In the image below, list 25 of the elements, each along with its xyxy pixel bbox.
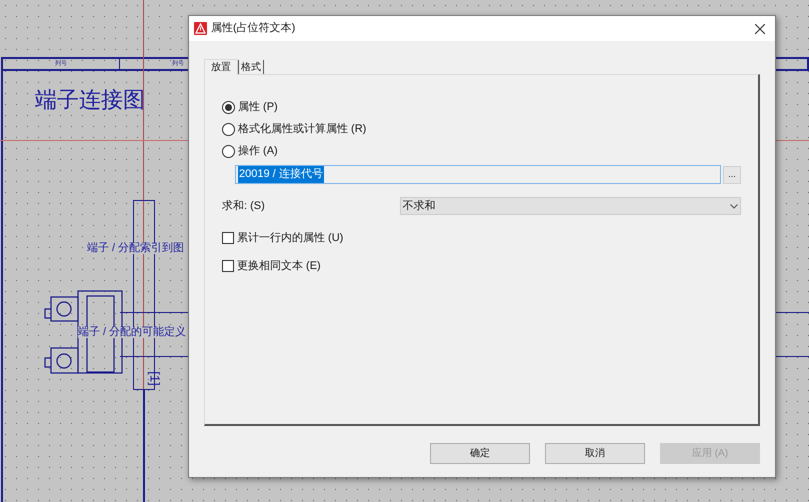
- drawing-title: 端子连接图: [35, 90, 145, 112]
- tab[interactable]: 格式: [238, 60, 264, 74]
- value-field[interactable]: 20019 / 连接代号: [235, 165, 722, 184]
- radio-button[interactable]: [222, 100, 235, 114]
- radio-label[interactable]: 格式化属性或计算属性 (R): [238, 120, 366, 138]
- drawing-label: 端子 / 分配索引到图: [87, 243, 184, 254]
- drawing-label: 端子 / 分配的可能定义: [78, 327, 186, 338]
- sum-label: 求和: (S): [222, 198, 266, 214]
- checkbox-label[interactable]: 更换相同文本 (E): [237, 258, 321, 274]
- dialog-button[interactable]: 取消: [545, 443, 645, 464]
- window-title: 属性(占位符文本): [211, 20, 296, 36]
- radio-label[interactable]: 操作 (A): [238, 142, 278, 160]
- tab[interactable]: 放置: [204, 59, 238, 75]
- radio-button[interactable]: [222, 122, 235, 136]
- checkbox-label[interactable]: 累计一行内的属性 (U): [237, 230, 344, 246]
- warning-icon: [194, 22, 207, 35]
- close-icon: [755, 24, 765, 34]
- chevron-icon: [730, 204, 738, 208]
- radio-button[interactable]: [222, 144, 235, 158]
- sum-dropdown[interactable]: 不求和: [400, 197, 741, 215]
- radio-label[interactable]: 属性 (P): [238, 98, 278, 116]
- checkbox[interactable]: [222, 232, 234, 244]
- browse-button[interactable]: ...: [723, 166, 741, 184]
- dialog-button[interactable]: 确定: [430, 443, 530, 464]
- checkbox[interactable]: [222, 260, 234, 272]
